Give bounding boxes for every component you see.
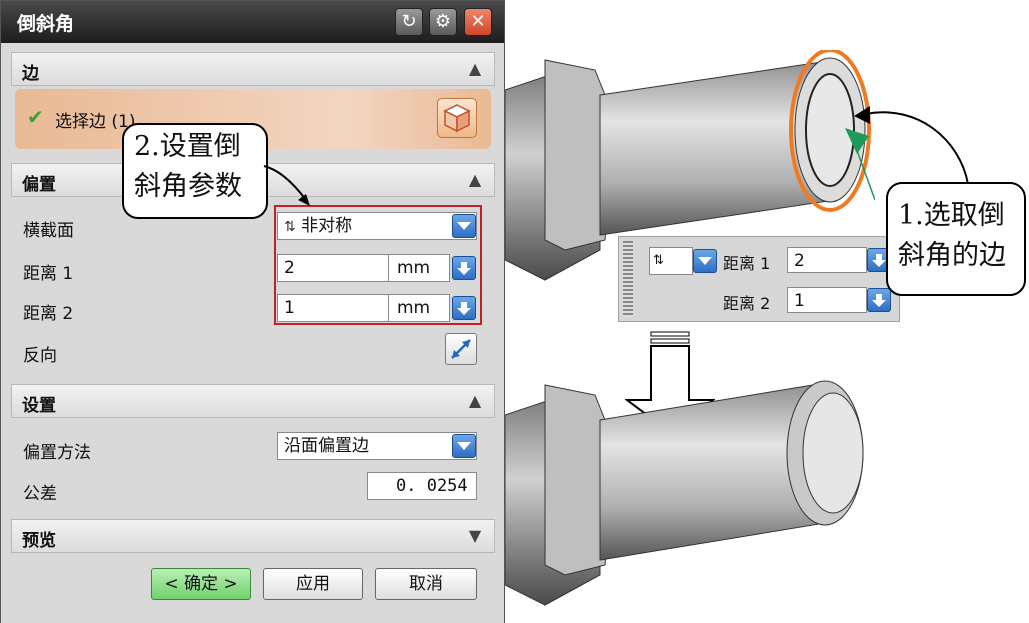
section-settings-label: 设置	[22, 396, 56, 416]
callout-step2-arrow	[263, 165, 310, 206]
mini-distance1-label: 距离 1	[723, 254, 771, 273]
dialog-title: 倒斜角	[17, 13, 75, 35]
callout-step2-line1: 2.设置倒	[134, 131, 241, 162]
callout-step2-line2: 斜角参数	[134, 171, 242, 202]
apply-button[interactable]: 应用	[263, 568, 363, 600]
section-edge-header[interactable]: 边 ▲	[11, 52, 495, 86]
reverse-label: 反向	[23, 346, 57, 366]
callout-step1-line1: 1.选取倒	[898, 200, 1005, 231]
callout-step1-line2: 斜角的边	[898, 240, 1006, 271]
drag-handle[interactable]	[623, 241, 633, 317]
chevron-down-icon[interactable]: ▼	[462, 523, 488, 549]
chevron-up-icon[interactable]: ▲	[462, 167, 488, 193]
checkmark-icon: ✔	[27, 105, 44, 129]
mini-distance1-input[interactable]: 2	[787, 247, 867, 273]
shaft-model-after	[505, 380, 864, 606]
chevron-up-icon[interactable]: ▲	[462, 56, 488, 82]
gear-icon[interactable]: ⚙	[429, 8, 457, 36]
callout-step1: 1.选取倒 斜角的边	[886, 182, 1026, 296]
offset-method-value: 沿面偏置边	[284, 436, 369, 456]
distance2-label: 距离 2	[23, 304, 74, 324]
arrow-down-icon[interactable]	[867, 288, 891, 312]
reverse-direction-icon	[451, 339, 471, 359]
section-preview-header[interactable]: 预览 ▼	[11, 519, 495, 553]
tolerance-input[interactable]: 0. 0254	[367, 472, 477, 500]
dialog-titlebar: 倒斜角 ↻ ⚙ ✕	[1, 1, 504, 43]
chevron-up-icon[interactable]: ▲	[462, 388, 488, 414]
cube-icon	[443, 104, 471, 133]
offset-method-label: 偏置方法	[23, 443, 91, 463]
select-edge-label: 选择边 (1)	[55, 112, 136, 132]
chamfer-dialog: 倒斜角 ↻ ⚙ ✕ 边 ▲ ✔ 选择边 (1) 偏置 ▲ 横截面 ⇅ 非对称 距…	[0, 0, 505, 623]
chevron-down-icon[interactable]	[452, 434, 476, 458]
callout-step2: 2.设置倒 斜角参数	[122, 123, 268, 219]
reverse-button[interactable]	[445, 333, 477, 365]
section-offset-label: 偏置	[22, 175, 56, 195]
cancel-button[interactable]: 取消	[375, 568, 477, 600]
section-preview-label: 预览	[22, 531, 56, 551]
mini-distance2-label: 距离 2	[723, 294, 771, 313]
distance1-label: 距离 1	[23, 264, 74, 284]
mini-distance2-input[interactable]: 1	[787, 287, 867, 313]
ok-button[interactable]: < 确定 >	[151, 568, 251, 600]
highlight-box	[274, 205, 482, 325]
callout-step1-arrow	[854, 106, 969, 185]
mini-cross-section-select[interactable]: ⇅	[649, 247, 693, 275]
section-settings-header[interactable]: 设置 ▲	[11, 384, 495, 418]
quick-params-panel: ⇅ 距离 1 2 距离 2 1	[618, 236, 900, 322]
close-icon[interactable]: ✕	[464, 8, 492, 36]
tolerance-label: 公差	[23, 484, 57, 504]
offset-method-select[interactable]: 沿面偏置边	[277, 432, 477, 460]
chevron-down-icon[interactable]	[693, 249, 717, 273]
reset-icon[interactable]: ↻	[395, 8, 423, 36]
select-edge-button[interactable]	[437, 98, 477, 138]
dialog-button-bar: < 确定 > 应用 取消	[1, 553, 504, 623]
cross-section-label: 横截面	[23, 221, 74, 241]
section-edge-label: 边	[22, 64, 39, 84]
